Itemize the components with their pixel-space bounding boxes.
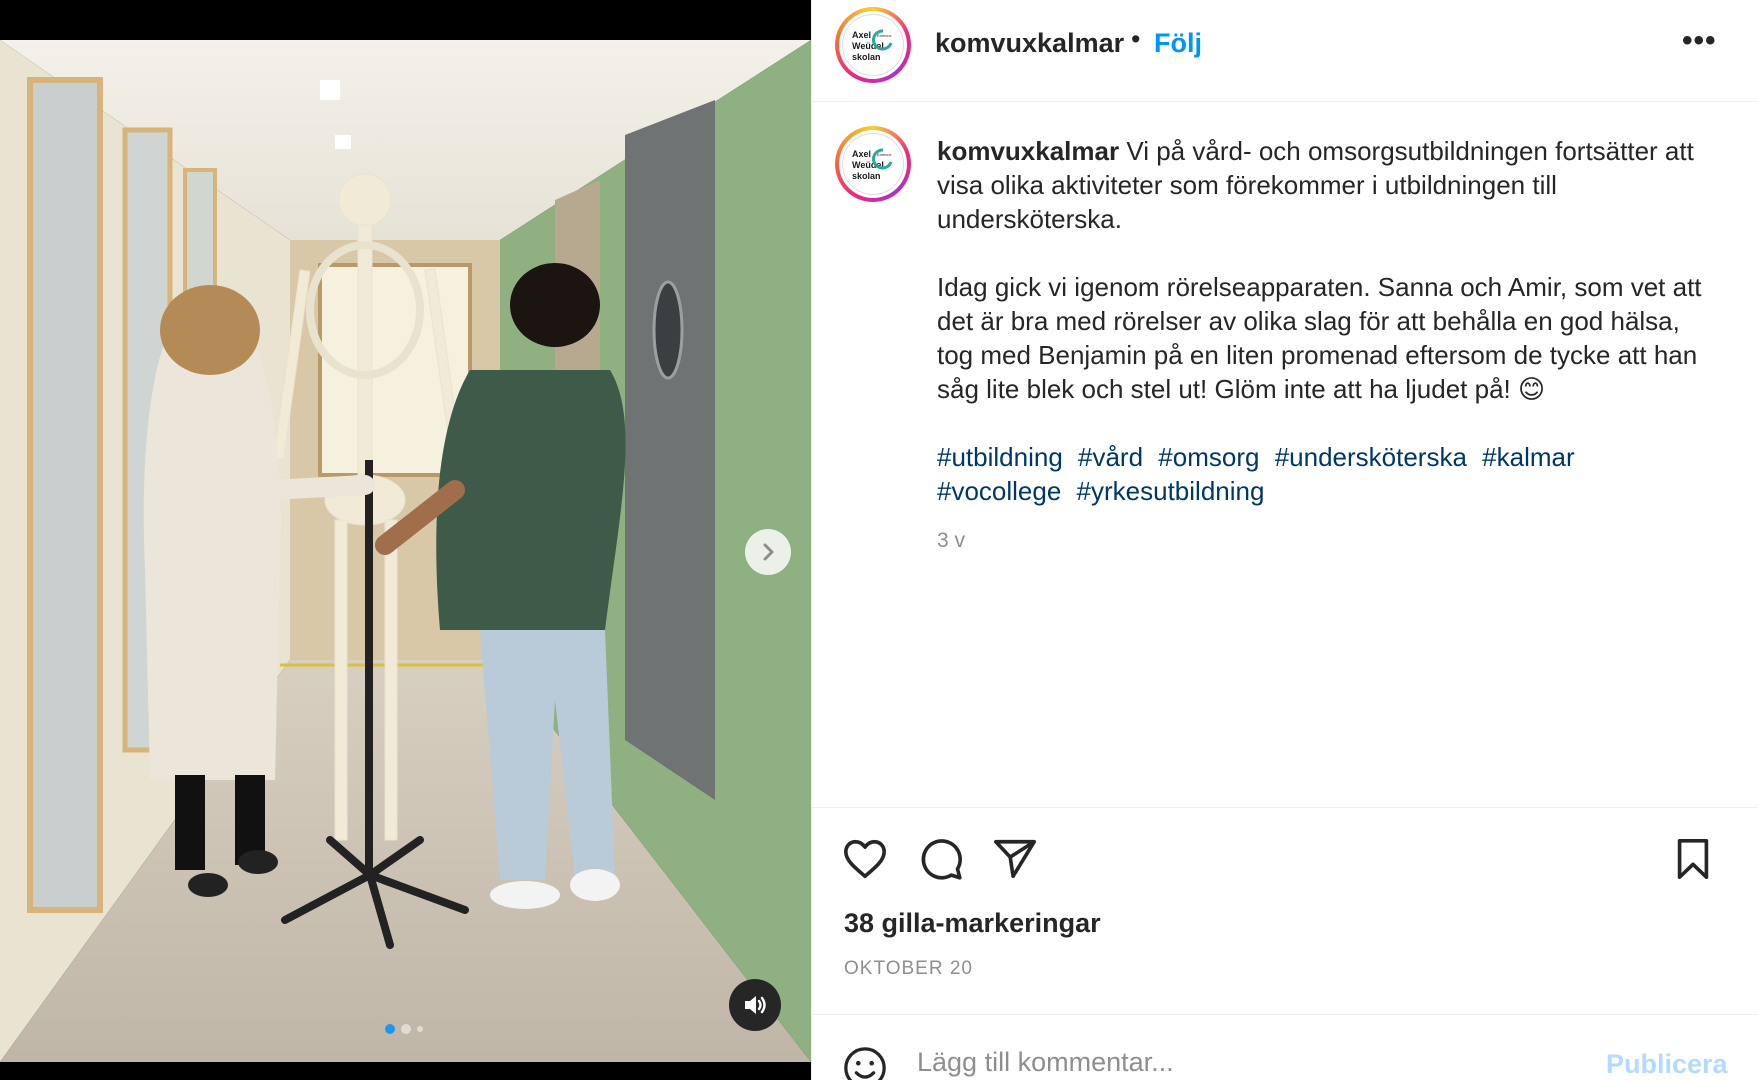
hashtag-link[interactable]: #omsorg — [1158, 442, 1259, 472]
caption-body-2: Idag gick vi igenom rörelseapparaten. Sa… — [937, 272, 1702, 404]
hashtag-link[interactable]: #utbildning — [937, 442, 1063, 472]
sound-toggle-button[interactable] — [729, 979, 781, 1031]
header-username-link[interactable]: komvuxkalmar — [935, 28, 1124, 59]
follow-button[interactable]: Följ — [1154, 28, 1202, 59]
svg-text:Komvux: Komvux — [877, 152, 891, 157]
smiley-icon[interactable] — [842, 1045, 888, 1080]
publish-button[interactable]: Publicera — [1606, 1049, 1728, 1080]
svg-text:Axel: Axel — [852, 149, 871, 159]
hashtag-link[interactable]: #kalmar — [1482, 442, 1574, 472]
more-options-button[interactable]: ••• — [1682, 24, 1717, 58]
bookmark-icon[interactable] — [1670, 836, 1716, 882]
svg-text:Axel: Axel — [852, 30, 871, 40]
smile-emoji: 😊 — [1518, 374, 1546, 404]
axel-weudel-logo: Axel Weüdel skolan Komvux — [842, 14, 904, 76]
heart-icon[interactable] — [842, 836, 888, 882]
caption-text: komvuxkalmar Vi på vård- och omsorgsutbi… — [937, 134, 1707, 558]
carousel-next-button[interactable] — [745, 529, 791, 575]
caption-paragraph-2: Idag gick vi igenom rörelseapparaten. Sa… — [937, 270, 1707, 406]
carousel-dot — [417, 1026, 423, 1032]
speaker-icon — [745, 996, 766, 1014]
like-count[interactable]: 38 gilla-markeringar — [844, 908, 1101, 939]
media-pane — [0, 0, 811, 1080]
svg-text:Komvux: Komvux — [877, 33, 891, 38]
caption-avatar[interactable]: Axel Weüdel skolan Komvux — [835, 126, 911, 202]
action-bar — [812, 807, 1758, 907]
caption-timestamp[interactable]: 3 v — [937, 524, 1707, 558]
svg-text:skolan: skolan — [852, 171, 881, 181]
hashtag-list: #utbildning #vård #omsorg #underskötersk… — [937, 440, 1707, 508]
post-header: Axel Weüdel skolan Komvux komvuxkalmar •… — [812, 0, 1758, 102]
caption-username-link[interactable]: komvuxkalmar — [937, 136, 1119, 166]
hashtag-link[interactable]: #undersköterska — [1275, 442, 1467, 472]
hashtag-link[interactable]: #vocollege — [937, 476, 1061, 506]
carousel-dot — [401, 1024, 411, 1034]
post-video[interactable] — [0, 40, 811, 1062]
instagram-post-modal: Axel Weüdel skolan Komvux komvuxkalmar •… — [0, 0, 1758, 1080]
hashtag-link[interactable]: #vård — [1078, 442, 1143, 472]
header-separator: • — [1131, 24, 1141, 54]
caption-section: Axel Weüdel skolan Komvux komvuxkalmar V… — [812, 102, 1758, 808]
axel-weudel-logo: Axel Weüdel skolan Komvux — [842, 133, 904, 195]
hashtag-link[interactable]: #yrkesutbildning — [1077, 476, 1265, 506]
chevron-right-icon — [763, 543, 774, 561]
paper-plane-icon[interactable] — [992, 836, 1038, 882]
post-date: OKTOBER 20 — [844, 958, 973, 979]
post-info-pane: Axel Weüdel skolan Komvux komvuxkalmar •… — [811, 0, 1758, 1080]
svg-text:skolan: skolan — [852, 52, 881, 62]
comment-input[interactable] — [917, 1047, 1537, 1078]
comment-bar: Publicera — [812, 1014, 1758, 1080]
comment-icon[interactable] — [918, 836, 964, 882]
carousel-dot-active — [385, 1024, 395, 1034]
carousel-indicator — [385, 1024, 423, 1034]
caption-paragraph-1: komvuxkalmar Vi på vård- och omsorgsutbi… — [937, 134, 1707, 236]
profile-avatar[interactable]: Axel Weüdel skolan Komvux — [835, 7, 911, 83]
video-frame-illustration — [0, 40, 811, 1062]
